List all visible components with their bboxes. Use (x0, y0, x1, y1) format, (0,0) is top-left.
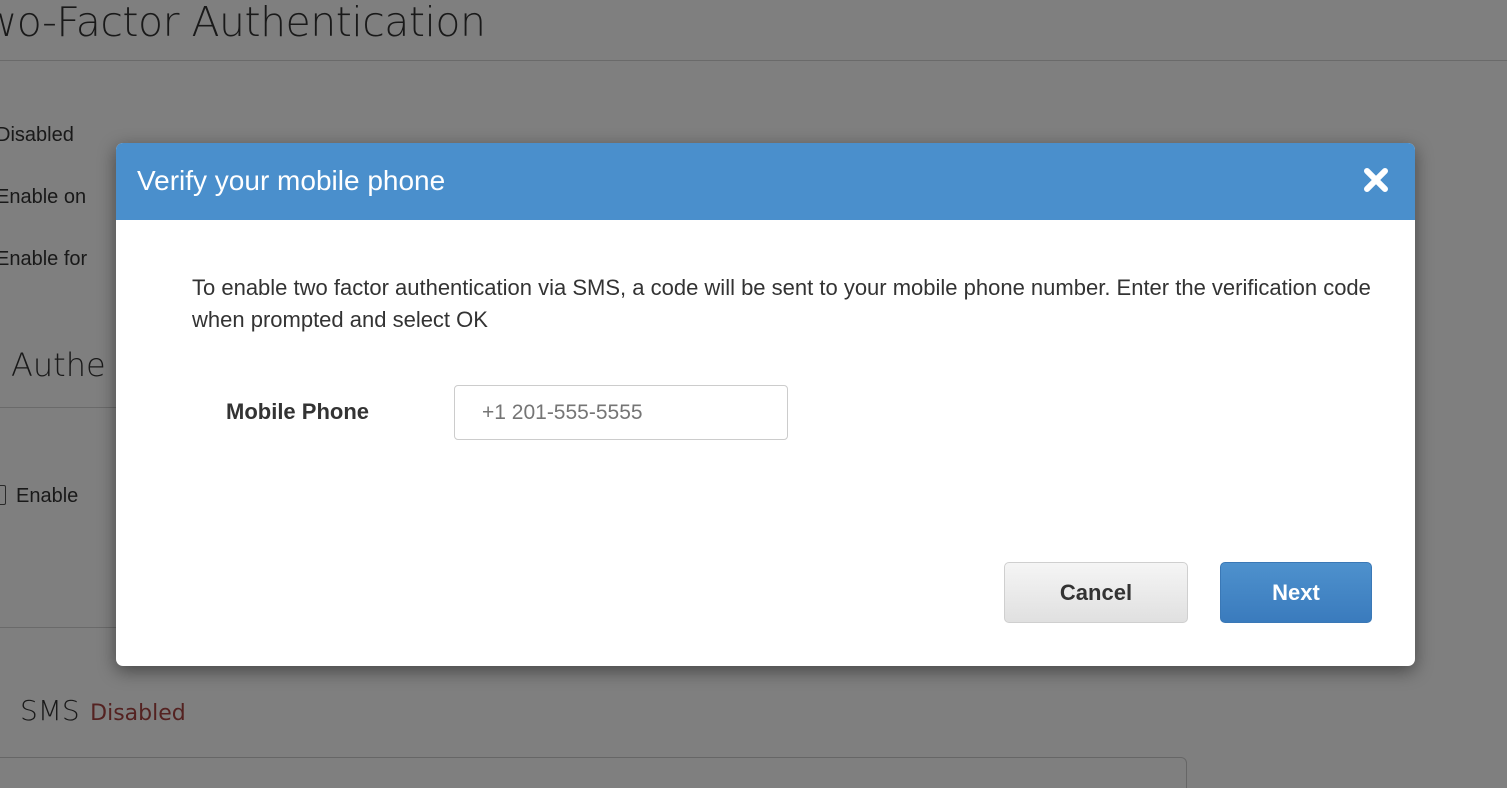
next-button[interactable]: Next (1220, 562, 1372, 623)
verify-phone-dialog: Verify your mobile phone To enable two f… (116, 143, 1415, 666)
mobile-phone-input[interactable] (454, 385, 788, 440)
dialog-title: Verify your mobile phone (137, 165, 446, 196)
dialog-header: Verify your mobile phone (116, 143, 1415, 220)
close-icon (1364, 168, 1388, 192)
close-button[interactable] (1359, 163, 1393, 197)
page: Two-Factor Authentication Disabled Enabl… (0, 0, 1507, 788)
cancel-button[interactable]: Cancel (1004, 562, 1188, 623)
dialog-description: To enable two factor authentication via … (192, 275, 1371, 332)
mobile-phone-label: Mobile Phone (226, 399, 369, 424)
